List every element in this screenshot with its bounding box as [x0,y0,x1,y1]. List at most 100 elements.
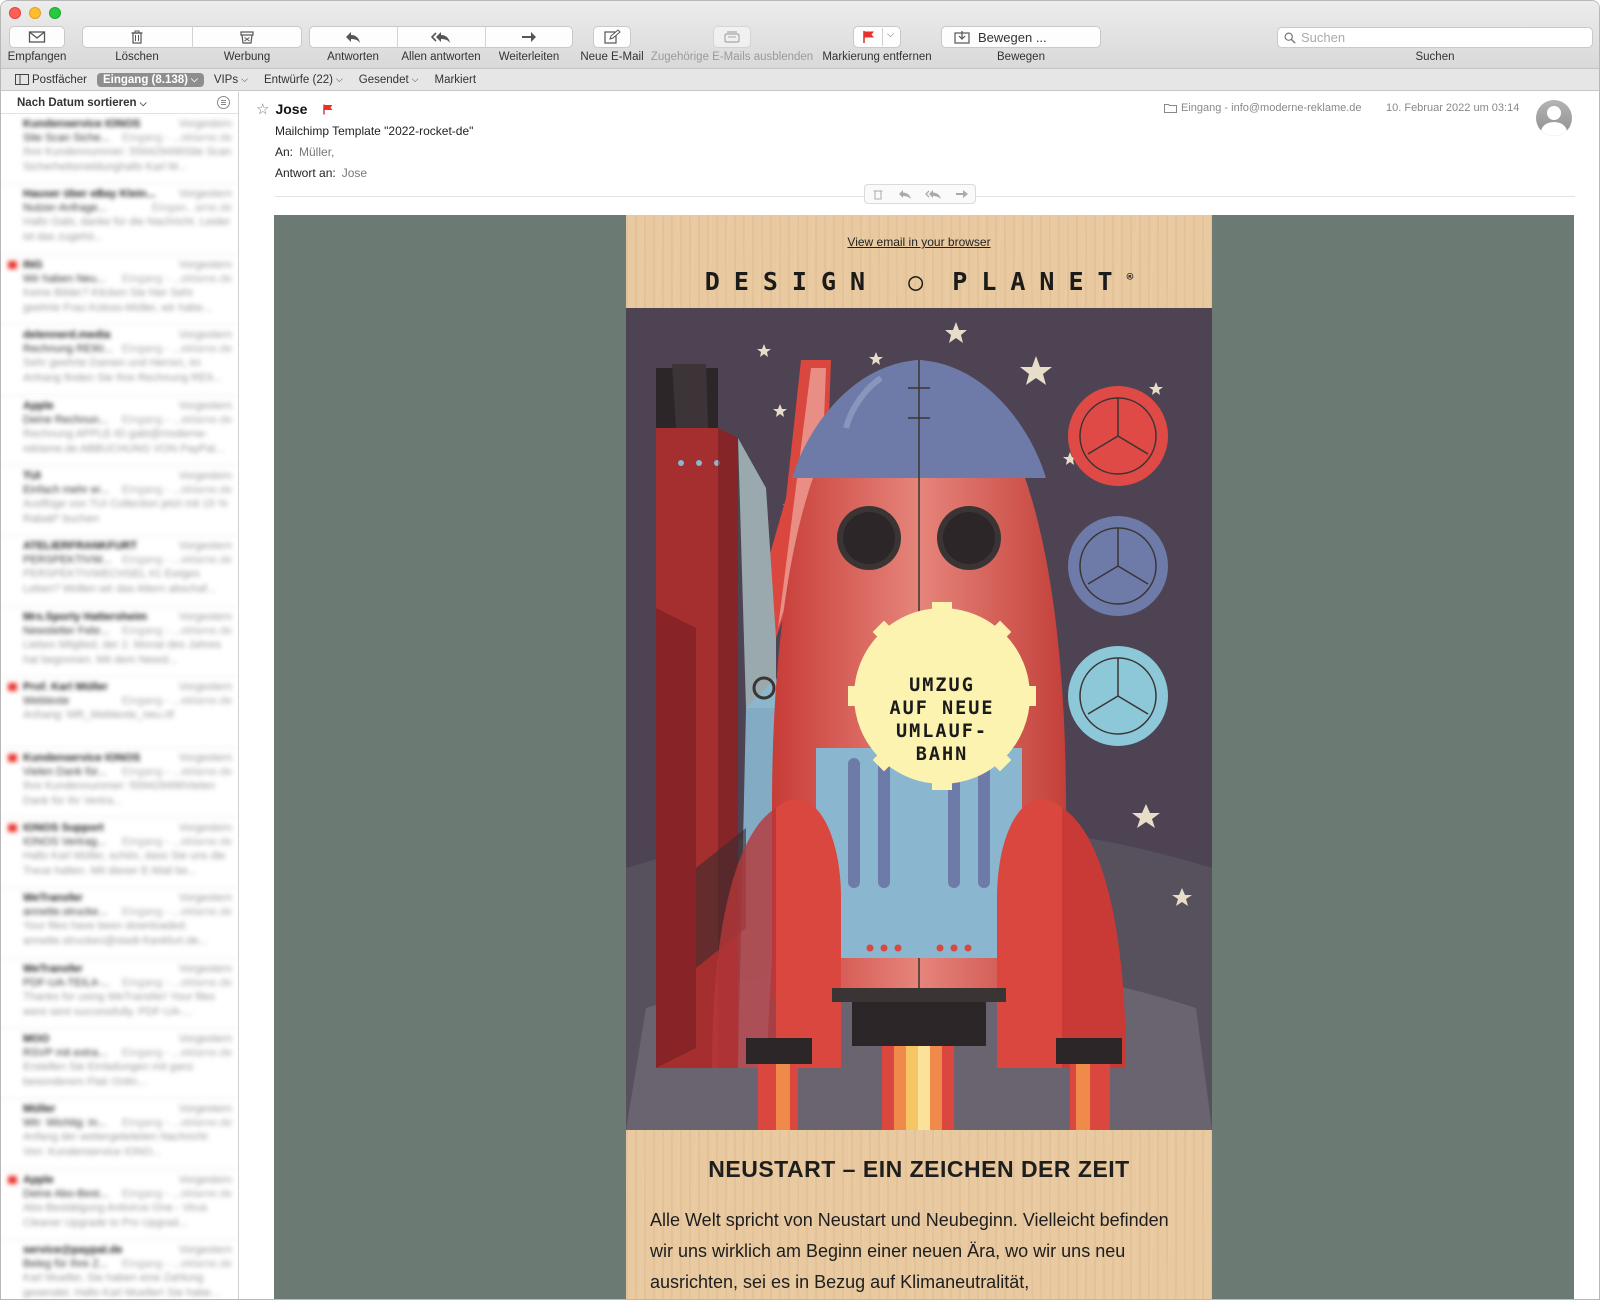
flag-icon [8,260,17,269]
delete-button[interactable] [83,26,191,48]
reply-to-line: Antwort an: Jose [275,166,367,180]
reply-all-label: Allen antworten [401,51,481,63]
message-time: Vorgestern [178,258,232,271]
hide-related-button[interactable] [713,26,751,48]
message-sender: MOO [23,1033,50,1046]
message-sender: Apple [23,399,54,412]
message-list-item[interactable]: TUI Vorgestern Einfach mehr er... Eingang -… [1,466,238,537]
new-mail-button[interactable] [593,26,631,48]
message-mailbox: Eingang - ...eklame.de [121,272,232,285]
minimize-window-button[interactable] [29,7,41,19]
reply-button[interactable] [310,26,396,48]
badge-line-3: UMLAUF- [896,721,988,742]
reply-arrow-icon[interactable] [898,188,912,200]
message-time: Vorgestern [178,681,232,694]
message-list-item[interactable]: Müller Vorgestern Wtr: Wichtig: In... Einga… [1,1099,238,1170]
favorites-bar: Postfächer Eingang (8.138) ⌵ VIPs ⌵ Entwür… [1,69,1599,91]
chevron-down-icon: ⌵ [241,74,248,84]
junk-bin-icon [240,31,254,44]
unflag-button[interactable]: ⌵ [853,26,901,48]
message-subject: Rechnung RE90... [23,343,113,356]
segment-divider [882,28,883,46]
message-list-item[interactable]: Apple Vorgestern Deine Abo-Best... Eingang … [1,1170,238,1241]
inbox-favorite-label: Eingang (8.138) [102,73,188,86]
message-preview: Liebes Mitglied, der 2. Monat des Jahres… [23,638,222,666]
message-sender: WeTransfer [23,962,83,975]
message-preview: Anfang der weitergeleiteten Nachricht: V… [23,1131,210,1159]
newsletter-body: Alle Welt spricht von Neustart und Neube… [650,1210,1169,1292]
forward-button[interactable] [486,26,572,48]
zoom-window-button[interactable] [49,7,61,19]
message-list-item[interactable]: Kundenservice IONOS Vorgestern Vielen Dank… [1,748,238,818]
sort-menu[interactable]: Nach Datum sortieren ⌵ [17,97,147,109]
envelope-icon [28,31,46,43]
sort-bar: Nach Datum sortieren ⌵ [1,92,238,114]
vips-favorite[interactable]: VIPs ⌵ [208,73,254,87]
message-mailbox: Eingang - ...eklame.de [121,695,232,708]
inbox-favorite[interactable]: Eingang (8.138) ⌵ [96,72,204,87]
message-list-item[interactable]: Prof. Karl Müller Vorgestern Webtexte Einga… [1,677,238,748]
brand-mark: ® [1126,270,1134,284]
chevron-down-icon: ⌵ [411,74,419,84]
message-time: Vorgestern [178,821,232,834]
window-controls [9,7,61,19]
email-body-background: View email in your browser DESIGN ○ PLAN… [274,215,1574,1299]
message-mailbox: Eingang - ...eklame.de [121,413,232,426]
get-mail-button[interactable] [9,26,65,48]
close-window-button[interactable] [9,7,21,19]
message-list-item[interactable]: WeTransfer Vorgestern annette.strucke... Ei… [1,888,238,959]
view-in-browser-link[interactable]: View email in your browser [626,235,1212,249]
sender-line: ☆ Jose [256,100,333,118]
message-preview: Anhang: MR_Webtexte_neu.rtf [23,709,174,722]
message-list-item[interactable]: MOO Vorgestern RSVP mit extra... Eingang - … [1,1029,238,1100]
message-list-item[interactable]: WeTransfer Vorgestern PDF-UA-TEIL4-... Eing… [1,959,238,1030]
trash-icon[interactable] [871,188,885,200]
drafts-favorite[interactable]: Entwürfe (22) ⌵ [258,73,349,87]
message-mailbox: Eingang - ...eklame.de [121,483,232,496]
star-icon[interactable]: ☆ [256,100,269,118]
message-sender: IONOS Support [23,821,104,834]
reply-to-value[interactable]: Jose [342,166,367,180]
reply-to-label: Antwort an: [275,166,336,180]
new-mail-label: Neue E-Mail [580,51,644,63]
to-value[interactable]: Müller, [299,145,334,159]
message-list-item[interactable]: Mrs.Sporty Hattersheim Vorgestern Newslett… [1,607,238,678]
junk-button[interactable] [193,26,301,48]
message-preview: PERSPEKTIVWECHSEL #1 Ewiges Leben? Wolle… [23,568,217,596]
message-list-item[interactable]: Kundenservice IONOS Vorgestern Site Scan S… [1,114,238,185]
brand-left: DESIGN [704,267,880,296]
sent-favorite[interactable]: Gesendet ⌵ [353,73,425,87]
message-sender: Hauser über eBay Klein... [23,188,156,201]
search-icon [1284,32,1296,44]
reply-all-arrow-icon[interactable] [924,188,942,200]
message-list-item[interactable]: Apple Vorgestern Deine Rechnun... Eingang -… [1,396,238,466]
message-preview: Erstellen Sie Einladungen mit ganz beson… [23,1061,194,1089]
message-mailbox: Eingang - ...eklame.de [121,835,232,848]
reply-all-arrow-icon [430,32,450,43]
message-sender: Müller [23,1103,56,1116]
message-list-item[interactable]: Hauser über eBay Klein... Vorgestern Nutze… [1,184,238,255]
flagged-favorite[interactable]: Markiert [429,73,483,87]
message-mailbox: Eingang - ...eklame.de [121,624,232,637]
filter-icon[interactable] [217,96,230,109]
mailboxes-toggle[interactable]: Postfächer [9,73,93,87]
message-list-item[interactable]: IONOS Support Vorgestern IONOS Vertrag... E… [1,818,238,889]
search-field[interactable]: Suchen [1277,27,1593,48]
move-label: Bewegen [997,51,1045,63]
forward-arrow-icon[interactable] [955,188,969,200]
message-preview: Ihre Kundennummer: 559429496Vielen Dank … [23,779,215,807]
message-list-item[interactable]: delennerd.media Vorgestern Rechnung RE90..… [1,325,238,396]
message-subject: annette.strucke... [23,906,108,919]
vips-favorite-label: VIPs [213,73,239,86]
search-label: Suchen [1415,51,1455,63]
sender-name[interactable]: Jose [275,101,307,117]
reply-all-button[interactable] [398,26,484,48]
message-hover-toolbar [864,184,976,204]
newsletter-headline: NEUSTART – EIN ZEICHEN DER ZEIT [708,1156,1130,1182]
message-list-item[interactable]: ATELIERFRANKFURT Vorgestern PERSPEKTIVW...… [1,536,238,607]
message-list-item[interactable]: ING Vorgestern Wir haben Neu... Eingang - .… [1,255,238,326]
message-mailbox: Eingang - ...eklame.de [121,1187,232,1200]
message-list-item[interactable]: service@paypal.de Vorgestern Beleg für Ihr… [1,1240,238,1299]
chevron-down-icon[interactable]: ⌵ [887,29,894,40]
move-button[interactable]: Bewegen ... [941,26,1101,48]
